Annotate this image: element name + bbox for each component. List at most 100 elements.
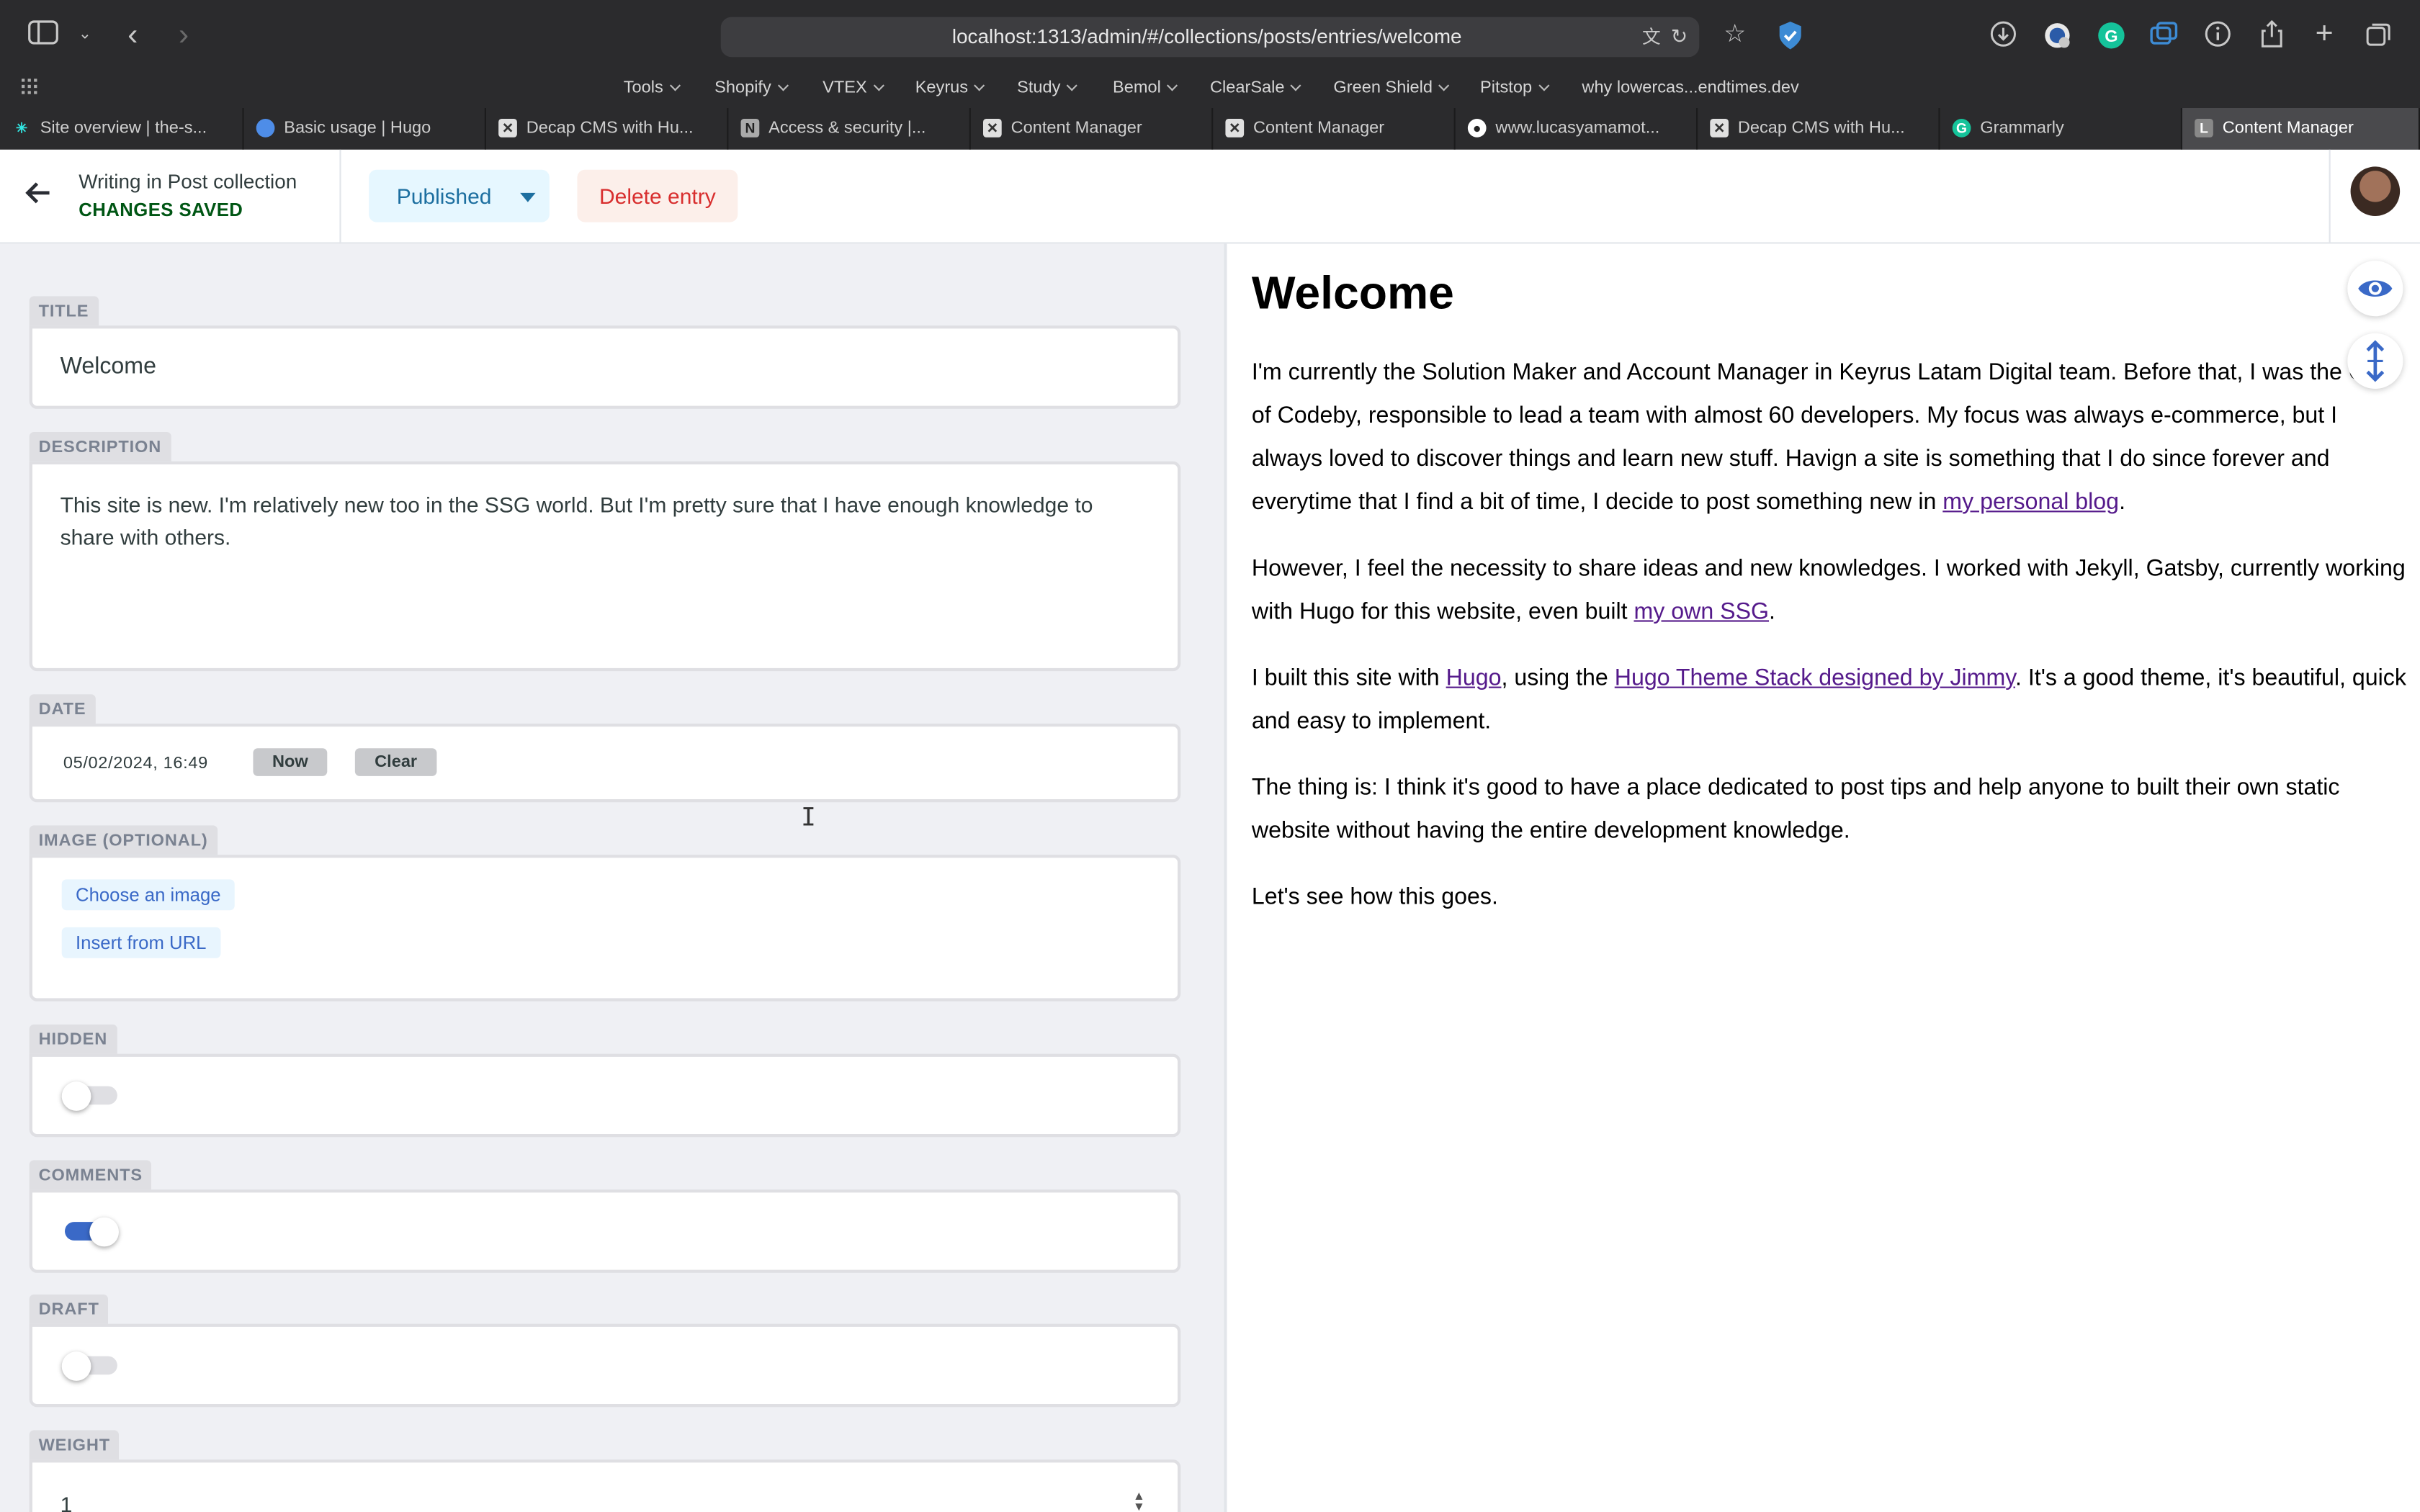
bookmark-label: Shopify xyxy=(714,78,771,97)
image-input-box: Choose an image Insert from URL xyxy=(29,855,1181,1002)
bookmark-folder-tools[interactable]: Tools xyxy=(623,77,681,99)
browser-tab[interactable]: ✕ Decap CMS with Hu... xyxy=(486,108,729,150)
bookmark-folder-vtex[interactable]: VTEX xyxy=(823,77,884,99)
browser-tab[interactable]: Basic usage | Hugo xyxy=(244,108,486,150)
date-clear-button[interactable]: Clear xyxy=(354,748,437,776)
bookmark-label: Tools xyxy=(623,78,663,97)
tab-label: Content Manager xyxy=(1010,119,1142,138)
personal-blog-link[interactable]: my personal blog xyxy=(1942,489,2119,515)
info-icon[interactable] xyxy=(2201,20,2235,54)
forward-arrow-icon[interactable]: › xyxy=(166,20,200,54)
insert-from-url-button[interactable]: Insert from URL xyxy=(61,927,220,958)
weight-value[interactable]: 1 xyxy=(32,1462,1178,1512)
bookmark-label: Study xyxy=(1017,78,1061,97)
bookmark-label: VTEX xyxy=(823,78,867,97)
bookmark-folder-keyrus[interactable]: Keyrus xyxy=(915,77,985,99)
tab-sync-extension-icon[interactable] xyxy=(2147,20,2181,54)
hugo-theme-stack-link[interactable]: Hugo Theme Stack designed by Jimmy xyxy=(1615,665,2015,691)
image-field: IMAGE (OPTIONAL) Choose an image Insert … xyxy=(29,825,1181,1002)
github-icon: ● xyxy=(1467,119,1487,138)
browser-tab[interactable]: ● www.lucasyamamot... xyxy=(1456,108,1698,150)
new-tab-icon[interactable]: + xyxy=(2308,19,2341,53)
bookmark-folder-study[interactable]: Study xyxy=(1017,77,1078,99)
browser-toolbar: ⌄ ‹ › localhost:1313/admin/#/collections… xyxy=(0,0,2420,74)
shield-extension-icon[interactable] xyxy=(1773,20,1807,54)
date-now-button[interactable]: Now xyxy=(253,748,328,776)
toggle-preview-eye-icon[interactable] xyxy=(2347,261,2403,317)
title-field: TITLE Welcome xyxy=(29,296,1181,409)
field-label: DATE xyxy=(29,694,96,724)
sidebar-toggle-icon[interactable] xyxy=(26,20,60,54)
hidden-toggle[interactable] xyxy=(61,1081,117,1111)
grammarly-extension-icon[interactable]: G xyxy=(2094,20,2128,54)
browser-tab-active[interactable]: L Content Manager xyxy=(2182,108,2420,150)
draft-toggle[interactable] xyxy=(61,1351,117,1381)
divider xyxy=(339,149,341,244)
share-icon[interactable] xyxy=(2255,19,2289,53)
page: ⌄ ‹ › localhost:1313/admin/#/collections… xyxy=(0,0,2420,1512)
choose-image-button[interactable]: Choose an image xyxy=(61,879,235,911)
bookmark-folder-green-shield[interactable]: Green Shield xyxy=(1333,77,1450,99)
bookmark-folder-clearsale[interactable]: ClearSale xyxy=(1210,77,1302,99)
publish-status-dropdown[interactable]: Published xyxy=(369,169,550,222)
apps-grid-icon[interactable] xyxy=(22,78,40,99)
bookmark-label: Keyrus xyxy=(915,78,969,97)
sync-scroll-icon[interactable] xyxy=(2347,333,2403,389)
description-textarea[interactable]: This site is new. I'm relatively new too… xyxy=(29,461,1181,672)
tab-label: Grammarly xyxy=(1980,119,2064,138)
date-field: DATE 05/02/2024, 16:49 Now Clear xyxy=(29,694,1181,803)
hugo-icon xyxy=(256,119,275,138)
description-value[interactable]: This site is new. I'm relatively new too… xyxy=(32,464,1178,554)
browser-tab[interactable]: ✕ Decap CMS with Hu... xyxy=(1698,108,1940,150)
preview-paragraph: Let's see how this goes. xyxy=(1251,883,1498,911)
field-label: COMMENTS xyxy=(29,1160,152,1190)
translate-icon[interactable]: 文 xyxy=(1638,23,1666,51)
address-bar[interactable]: localhost:1313/admin/#/collections/posts… xyxy=(720,17,1700,58)
field-label: WEIGHT xyxy=(29,1430,120,1460)
bookmark-folder-shopify[interactable]: Shopify xyxy=(714,77,789,99)
browser-tab[interactable]: G Grammarly xyxy=(1940,108,2182,150)
back-arrow-icon[interactable] xyxy=(24,181,58,212)
field-label: DESCRIPTION xyxy=(29,432,171,462)
x-icon: ✕ xyxy=(498,119,517,138)
title-value[interactable]: Welcome xyxy=(32,328,1178,405)
field-label: TITLE xyxy=(29,296,99,326)
chevron-down-icon xyxy=(1538,80,1549,91)
preview-paragraph: However, I feel the necessity to share i… xyxy=(1252,548,2412,634)
hidden-input-box xyxy=(29,1053,1181,1138)
paragraph-text: However, I feel the necessity to share i… xyxy=(1251,555,2406,625)
chevron-down-icon xyxy=(873,80,884,91)
chevron-down-icon xyxy=(974,80,985,91)
bookmark-folder-bemol[interactable]: Bemol xyxy=(1113,77,1178,99)
title-input[interactable]: Welcome xyxy=(29,325,1181,409)
browser-tab[interactable]: N Access & security |... xyxy=(728,108,971,150)
browser-tab[interactable]: ✳ Site overview | the-s... xyxy=(0,108,244,150)
bookmark-link[interactable]: why lowercas...endtimes.dev xyxy=(1582,77,1798,99)
chevron-down-icon xyxy=(777,80,789,91)
preview-paragraph: I built this site with Hugo, using the H… xyxy=(1252,657,2412,744)
tab-overview-icon[interactable] xyxy=(2362,20,2396,54)
weight-input[interactable]: 1 ▲ ▼ xyxy=(29,1459,1181,1512)
url-text[interactable]: localhost:1313/admin/#/collections/posts… xyxy=(721,17,1607,58)
browser-tab[interactable]: ✕ Content Manager xyxy=(1213,108,1456,150)
date-value[interactable]: 05/02/2024, 16:49 xyxy=(63,755,208,773)
comments-toggle[interactable] xyxy=(62,1217,119,1247)
star-icon[interactable]: ☆ xyxy=(1718,20,1752,54)
preview-title: Welcome xyxy=(1251,268,1454,320)
avatar[interactable] xyxy=(2350,166,2401,216)
preview-pane: Welcome I'm currently the Solution Maker… xyxy=(1227,243,2420,1512)
reload-icon[interactable]: ↻ xyxy=(1665,23,1693,51)
delete-entry-button[interactable]: Delete entry xyxy=(577,169,738,222)
number-stepper-icon[interactable]: ▲ ▼ xyxy=(1131,1490,1147,1512)
browser-tab[interactable]: ✕ Content Manager xyxy=(971,108,1214,150)
hugo-link[interactable]: Hugo xyxy=(1446,665,1502,691)
bookmark-folder-pitstop[interactable]: Pitstop xyxy=(1480,77,1549,99)
tab-label: Content Manager xyxy=(2222,119,2354,138)
back-arrow-icon[interactable]: ‹ xyxy=(116,20,150,54)
chevron-down-icon xyxy=(1167,80,1178,91)
chevron-down-icon[interactable]: ⌄ xyxy=(68,20,102,54)
download-icon[interactable] xyxy=(1986,20,2020,54)
bookmark-label: Green Shield xyxy=(1333,78,1433,97)
profile-extension-icon[interactable] xyxy=(2040,20,2074,54)
own-ssg-link[interactable]: my own SSG xyxy=(1634,598,1769,624)
